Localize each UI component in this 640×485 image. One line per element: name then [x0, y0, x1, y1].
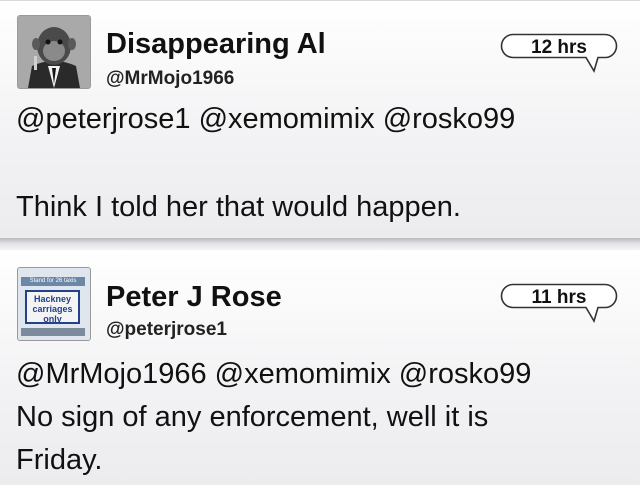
tweet-mentions[interactable]: @peterjrose1 @xemomimix @rosko99 — [16, 98, 616, 141]
tweet-text-line: No sign of any enforcement, well it is — [16, 401, 489, 433]
avatar[interactable] — [17, 15, 91, 89]
tweet-feed: Disappearing Al @MrMojo1966 12 hrs @pete… — [0, 0, 640, 485]
tweet-item[interactable]: Disappearing Al @MrMojo1966 12 hrs @pete… — [0, 0, 640, 239]
timestamp: 12 hrs — [531, 37, 587, 58]
user-handle[interactable]: @MrMojo1966 — [106, 68, 234, 90]
tweet-mentions[interactable]: @MrMojo1966 @xemomimix @rosko99 — [16, 353, 616, 396]
user-name[interactable]: Peter J Rose — [106, 280, 282, 314]
tweet-text: Think I told her that would happen. — [16, 191, 461, 223]
timestamp: 11 hrs — [531, 287, 587, 308]
tweet-item[interactable]: Stand for 26 taxis Hackney carriages onl… — [0, 250, 640, 485]
timestamp-bubble: 11 hrs — [500, 283, 618, 327]
sign-plate-text: Hackney carriages only — [25, 290, 80, 324]
tweet-text-line: Friday. — [16, 444, 103, 476]
tweet-text: No sign of any enforcement, well it is F… — [16, 396, 616, 482]
sign-top-text: Stand for 26 taxis — [21, 277, 85, 286]
user-name[interactable]: Disappearing Al — [106, 27, 326, 61]
sign-bottom-bar — [21, 328, 85, 336]
tweet-divider — [0, 238, 640, 250]
user-handle[interactable]: @peterjrose1 — [106, 319, 227, 341]
avatar[interactable]: Stand for 26 taxis Hackney carriages onl… — [17, 267, 91, 341]
monkey-in-suit-avatar-icon — [18, 16, 90, 88]
timestamp-bubble: 12 hrs — [500, 33, 618, 77]
